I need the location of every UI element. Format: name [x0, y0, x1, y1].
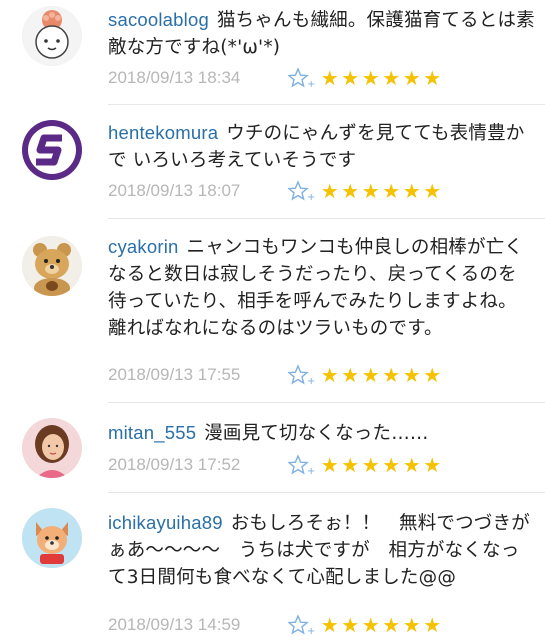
star-rating: ★ ★ ★ ★ ★ ★: [320, 613, 443, 637]
star-icon: ★: [361, 66, 381, 90]
comment-timestamp[interactable]: 2018/09/13 17:52: [108, 455, 288, 475]
star-icon: ★: [402, 613, 422, 637]
comment-text-block: hentekomura ウチのにゃんずを見てても表情豊かで いろいろ考えていそうで…: [108, 119, 535, 174]
dog-character-avatar[interactable]: [22, 508, 82, 568]
divider: [108, 104, 545, 105]
star-icon: ★: [423, 66, 443, 90]
comment-text-block: sacoolablog 猫ちゃんも繊細。保護猫育てるとは素敵な方ですね(*'ω'*…: [108, 6, 535, 61]
star-icon: ★: [361, 363, 381, 387]
star-icon: ★: [341, 453, 361, 477]
svg-text:+: +: [307, 466, 315, 476]
star-rating: ★ ★ ★ ★ ★ ★: [320, 363, 443, 387]
star-icon: ★: [320, 363, 340, 387]
star-icon: ★: [361, 179, 381, 203]
add-star-icon[interactable]: +: [288, 67, 316, 89]
add-star-icon[interactable]: +: [288, 364, 316, 386]
star-rating: ★ ★ ★ ★ ★ ★: [320, 453, 443, 477]
comment-body: 漫画見て切なくなった……: [204, 423, 429, 444]
star-icon: ★: [423, 453, 443, 477]
divider: [108, 218, 545, 219]
comment-text-block: mitan_555 漫画見て切なくなった……: [108, 419, 535, 447]
svg-text:+: +: [307, 79, 315, 89]
comment-username[interactable]: ichikayuiha89: [108, 512, 223, 533]
comment-timestamp[interactable]: 2018/09/13 18:07: [108, 181, 288, 201]
comment-timestamp[interactable]: 2018/09/13 14:59: [108, 615, 288, 635]
comment-username[interactable]: hentekomura: [108, 122, 218, 143]
divider: [108, 402, 545, 403]
svg-text:+: +: [307, 376, 315, 386]
star-icon: ★: [320, 179, 340, 203]
star-icon: ★: [382, 613, 402, 637]
star-icon: ★: [341, 363, 361, 387]
star-icon: ★: [320, 613, 340, 637]
star-icon: ★: [423, 613, 443, 637]
star-icon: ★: [382, 453, 402, 477]
purple-s-logo-avatar[interactable]: [22, 120, 82, 180]
add-star-icon[interactable]: +: [288, 180, 316, 202]
add-star-icon[interactable]: +: [288, 454, 316, 476]
star-icon: ★: [402, 453, 422, 477]
star-icon: ★: [402, 179, 422, 203]
star-icon: ★: [423, 179, 443, 203]
star-icon: ★: [382, 363, 402, 387]
woman-photo-avatar[interactable]: [22, 418, 82, 478]
comment-timestamp[interactable]: 2018/09/13 17:55: [108, 365, 288, 385]
teddy-bear-avatar[interactable]: [22, 236, 82, 296]
star-icon: ★: [382, 179, 402, 203]
star-icon: ★: [341, 179, 361, 203]
star-icon: ★: [320, 453, 340, 477]
star-icon: ★: [320, 66, 340, 90]
star-icon: ★: [341, 66, 361, 90]
star-rating: ★ ★ ★ ★ ★ ★: [320, 66, 443, 90]
star-icon: ★: [423, 363, 443, 387]
star-icon: ★: [361, 613, 381, 637]
svg-text:+: +: [307, 192, 315, 202]
star-icon: ★: [402, 66, 422, 90]
star-icon: ★: [361, 453, 381, 477]
star-icon: ★: [402, 363, 422, 387]
star-icon: ★: [382, 66, 402, 90]
comment-username[interactable]: mitan_555: [108, 422, 196, 443]
comment-username[interactable]: sacoolablog: [108, 9, 209, 30]
comment-text-block: ichikayuiha89 おもしろそぉ！！ 無料でつづきがぁあ〜〜〜〜 うちは犬…: [108, 509, 535, 591]
comment-timestamp[interactable]: 2018/09/13 18:34: [108, 68, 288, 88]
add-star-icon[interactable]: +: [288, 614, 316, 636]
comment-text-block: cyakorin ニャンコもワンコも仲良しの相棒が亡くなると数日は寂しそうだったり…: [108, 233, 535, 342]
divider: [108, 492, 545, 493]
girl-face-avatar[interactable]: [22, 6, 82, 66]
star-rating: ★ ★ ★ ★ ★ ★: [320, 179, 443, 203]
star-icon: ★: [341, 613, 361, 637]
comment-username[interactable]: cyakorin: [108, 236, 179, 257]
svg-text:+: +: [307, 626, 315, 636]
